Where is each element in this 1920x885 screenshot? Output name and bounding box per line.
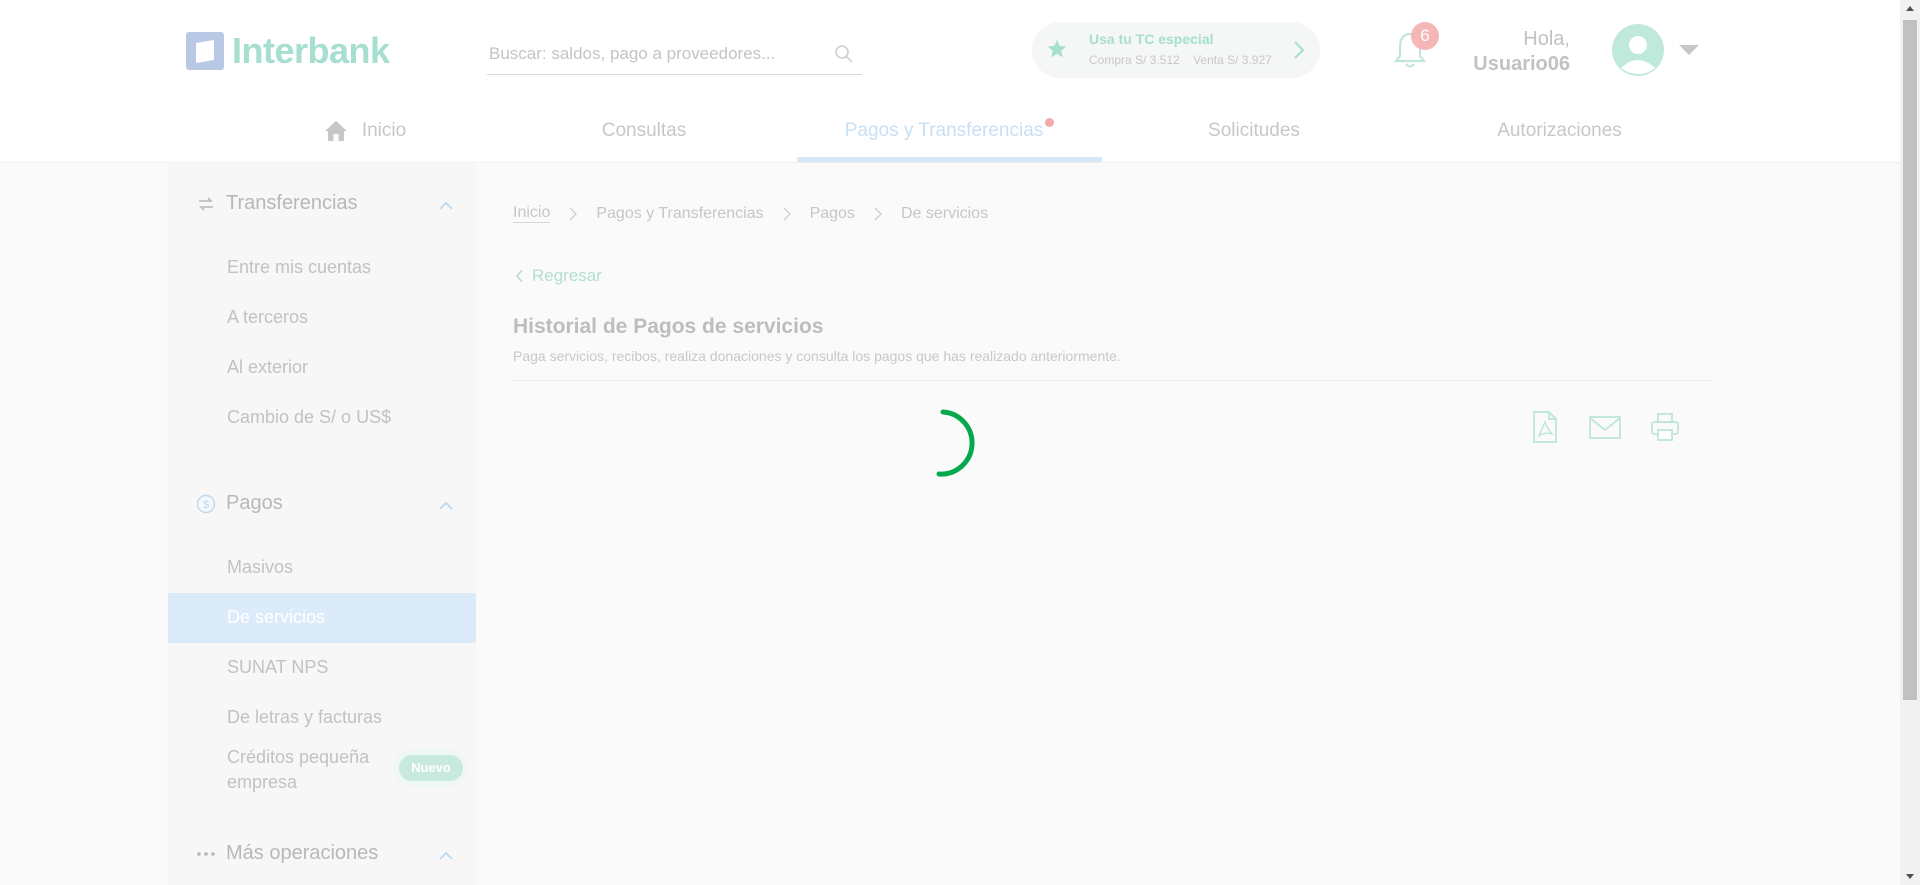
breadcrumb-pagos-transferencias[interactable]: Pagos y Transferencias xyxy=(596,205,763,223)
sidebar-section-pagos[interactable]: $ Pagos xyxy=(168,478,476,528)
chevron-right-icon xyxy=(1294,41,1305,59)
nav-inicio[interactable]: Inicio xyxy=(246,106,484,162)
mail-icon[interactable] xyxy=(1588,410,1622,444)
nav-solicitudes[interactable]: Solicitudes xyxy=(1150,106,1358,162)
sidebar-item-a-terceros[interactable]: A terceros xyxy=(168,293,476,343)
nav-solicitudes-label: Solicitudes xyxy=(1208,120,1300,141)
top-header: Interbank Usa tu TC especial Compra S/ 3… xyxy=(0,0,1900,163)
sidebar-item-label: De servicios xyxy=(227,607,326,627)
sidebar-item-creditos-pequena-empresa[interactable]: Créditos pequeña empresa Nuevo xyxy=(168,741,476,801)
chevron-right-icon xyxy=(874,207,882,220)
breadcrumb-pagos[interactable]: Pagos xyxy=(810,205,855,223)
main-nav: Inicio Consultas Pagos y Transferencias … xyxy=(0,106,1900,162)
search-input[interactable] xyxy=(487,36,821,72)
divider xyxy=(513,380,1710,381)
breadcrumb-de-servicios: De servicios xyxy=(900,204,989,222)
home-icon xyxy=(324,121,347,141)
chevron-left-icon xyxy=(515,269,523,283)
transfer-icon xyxy=(199,197,213,211)
nav-autorizaciones-label: Autorizaciones xyxy=(1497,120,1622,141)
chevron-up-icon xyxy=(439,501,453,510)
scroll-down-arrow-icon[interactable] xyxy=(1900,867,1920,885)
sidebar-item-al-exterior[interactable]: Al exterior xyxy=(168,343,476,393)
chevron-down-icon[interactable] xyxy=(1677,42,1701,58)
page-subtitle: Paga servicios, recibos, realiza donacio… xyxy=(513,348,1121,364)
nav-consultas[interactable]: Consultas xyxy=(535,106,753,162)
more-dots-icon xyxy=(197,852,215,856)
greeting-text: Hola, xyxy=(1523,28,1570,50)
sidebar: Transferencias Entre mis cuentas A terce… xyxy=(168,163,476,885)
sidebar-item-label: Cambio de S/ o US$ xyxy=(227,407,392,427)
avatar[interactable] xyxy=(1612,24,1664,76)
sidebar-item-letras-facturas[interactable]: De letras y facturas xyxy=(168,693,476,743)
nav-consultas-label: Consultas xyxy=(601,120,687,141)
chevron-right-icon xyxy=(783,207,791,220)
logo-text: Interbank xyxy=(232,30,390,71)
sidebar-item-label: SUNAT NPS xyxy=(227,657,329,677)
username: Usuario06 xyxy=(1473,53,1570,75)
scrollbar[interactable] xyxy=(1900,0,1920,885)
sidebar-section-mas-operaciones[interactable]: Más operaciones xyxy=(168,828,476,878)
page-title: Historial de Pagos de servicios xyxy=(513,315,824,338)
svg-text:$: $ xyxy=(203,499,209,511)
sidebar-item-de-servicios[interactable]: De servicios xyxy=(168,593,476,643)
star-icon xyxy=(1047,39,1067,58)
sidebar-section-title: Más operaciones xyxy=(226,842,379,864)
sidebar-section-title: Pagos xyxy=(226,492,283,514)
promo-title: Usa tu TC especial xyxy=(1089,31,1214,47)
back-label: Regresar xyxy=(532,266,602,285)
chevron-up-icon xyxy=(439,851,453,860)
sidebar-item-cambio[interactable]: Cambio de S/ o US$ xyxy=(168,393,476,443)
user-greeting: Hola, Usuario06 xyxy=(1473,28,1570,76)
promo-venta: Venta S/ 3.927 xyxy=(1193,53,1272,67)
nav-inicio-label: Inicio xyxy=(361,120,407,141)
sidebar-item-masivos[interactable]: Masivos xyxy=(168,543,476,593)
exchange-rate-promo[interactable]: Usa tu TC especial Compra S/ 3.512 Venta… xyxy=(1032,22,1320,78)
sidebar-item-sunat-nps[interactable]: SUNAT NPS xyxy=(168,643,476,693)
back-link[interactable]: Regresar xyxy=(515,266,602,286)
print-icon[interactable] xyxy=(1650,410,1680,444)
nuevo-badge: Nuevo xyxy=(399,755,463,781)
promo-compra: Compra S/ 3.512 xyxy=(1089,53,1180,67)
sidebar-item-label: Al exterior xyxy=(227,357,309,377)
export-actions xyxy=(1530,410,1680,444)
nav-autorizaciones[interactable]: Autorizaciones xyxy=(1452,106,1667,162)
search-icon[interactable] xyxy=(834,44,854,64)
scrollbar-thumb[interactable] xyxy=(1903,20,1917,700)
breadcrumb: Inicio Pagos y Transferencias Pagos De s… xyxy=(513,204,988,223)
sidebar-item-label: Masivos xyxy=(227,557,294,577)
sidebar-item-label: De letras y facturas xyxy=(227,707,383,727)
sidebar-section-title: Transferencias xyxy=(226,192,358,214)
scroll-up-arrow-icon[interactable] xyxy=(1900,0,1920,18)
nav-pagos-transferencias[interactable]: Pagos y Transferencias xyxy=(797,106,1102,162)
dollar-circle-icon: $ xyxy=(196,494,216,514)
search-box xyxy=(487,36,862,75)
notification-badge: 6 xyxy=(1411,22,1439,50)
sidebar-item-label: Entre mis cuentas xyxy=(227,257,372,277)
interbank-logo[interactable]: Interbank xyxy=(186,30,390,72)
pdf-icon[interactable] xyxy=(1530,410,1560,444)
breadcrumb-inicio[interactable]: Inicio xyxy=(513,204,551,223)
logo-mark-icon xyxy=(186,32,224,70)
chevron-right-icon xyxy=(569,207,578,220)
loading-spinner-icon xyxy=(936,409,975,477)
new-indicator-dot xyxy=(1045,118,1055,127)
promo-rates: Compra S/ 3.512 Venta S/ 3.927 xyxy=(1089,53,1272,67)
sidebar-item-label: A terceros xyxy=(227,307,309,327)
sidebar-item-label: Créditos pequeña empresa xyxy=(227,747,370,792)
nav-pagos-label: Pagos y Transferencias xyxy=(844,120,1044,141)
chevron-up-icon xyxy=(439,201,453,210)
sidebar-section-transferencias[interactable]: Transferencias xyxy=(168,178,476,228)
sidebar-item-entre-mis-cuentas[interactable]: Entre mis cuentas xyxy=(168,243,476,293)
